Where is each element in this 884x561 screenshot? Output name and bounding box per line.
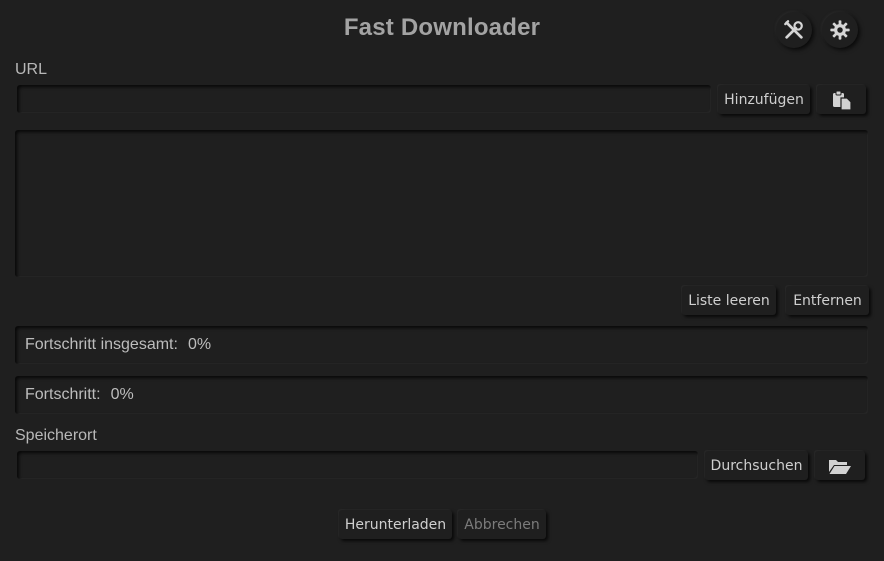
- url-list[interactable]: [15, 130, 868, 277]
- folder-open-icon: [828, 457, 852, 475]
- cancel-button[interactable]: Abbrechen: [458, 510, 546, 539]
- total-progress-bar: Fortschritt insgesamt: 0%: [15, 326, 868, 364]
- browse-button[interactable]: Durchsuchen: [705, 451, 808, 480]
- paste-icon: [831, 90, 853, 110]
- settings-button[interactable]: [822, 12, 858, 48]
- total-progress-label: Fortschritt insgesamt:: [25, 336, 178, 353]
- download-button[interactable]: Herunterladen: [339, 510, 452, 539]
- url-input[interactable]: [17, 85, 711, 113]
- save-location-input[interactable]: [17, 451, 698, 479]
- gear-icon: [829, 19, 851, 41]
- total-progress-value: 0%: [187, 336, 212, 353]
- tools-button[interactable]: [776, 12, 812, 48]
- add-button[interactable]: Hinzufügen: [718, 85, 810, 114]
- url-label: URL: [15, 61, 48, 78]
- tools-icon: [783, 19, 805, 41]
- remove-button[interactable]: Entfernen: [786, 286, 869, 315]
- save-location-label: Speicherort: [15, 427, 97, 444]
- current-progress-value: 0%: [110, 386, 134, 403]
- open-folder-button[interactable]: [815, 451, 865, 480]
- current-progress-label: Fortschritt:: [25, 386, 101, 403]
- paste-button[interactable]: [817, 85, 866, 114]
- current-progress-bar: Fortschritt: 0%: [15, 376, 868, 414]
- app-title: Fast Downloader: [343, 14, 541, 41]
- clear-list-button[interactable]: Liste leeren: [682, 286, 776, 315]
